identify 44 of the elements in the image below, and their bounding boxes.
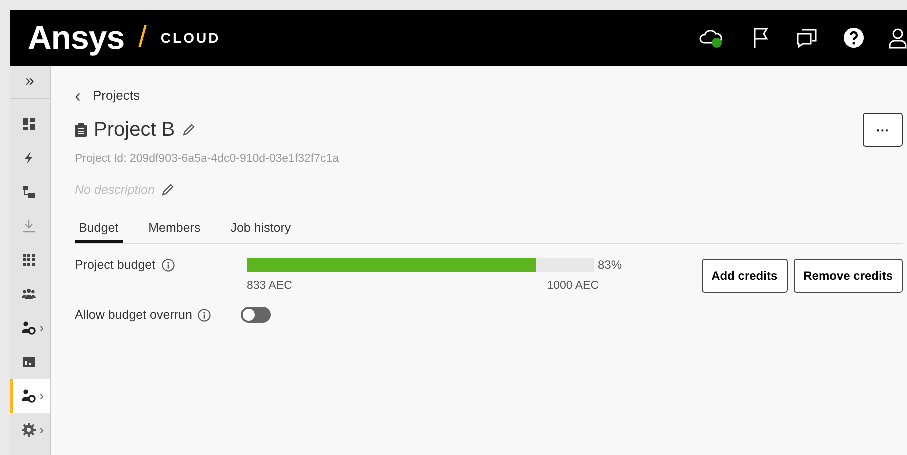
edit-icon[interactable] <box>160 183 175 197</box>
chat-icon[interactable] <box>795 27 819 49</box>
total-credits: 1000 AEC <box>547 280 599 292</box>
folders-icon <box>22 185 36 199</box>
chevron-icon: › <box>40 321 44 335</box>
credits-button[interactable]: Remove credits <box>794 259 903 293</box>
user-icon[interactable] <box>889 27 907 49</box>
info-icon[interactable] <box>198 308 212 322</box>
help-icon[interactable] <box>843 27 865 49</box>
more-button[interactable]: ··· <box>863 113 903 147</box>
budget-percent: 83% <box>598 258 622 272</box>
budget-label: Project budget <box>75 258 156 272</box>
clipboard-icon <box>75 123 87 137</box>
ansys-logo: Ansys <box>28 19 125 57</box>
sidebar-item[interactable]: › <box>10 311 50 345</box>
breadcrumb-link[interactable]: Projects <box>93 88 140 103</box>
group-icon <box>22 287 36 301</box>
chevron-icon: › <box>40 423 44 437</box>
sidebar-item[interactable]: › <box>10 379 50 413</box>
logo-separator: / <box>138 21 147 55</box>
lightning-icon <box>22 151 36 165</box>
chevron-icon: › <box>40 389 44 403</box>
tab[interactable]: Job history <box>226 217 296 243</box>
dashboard-icon <box>22 117 36 131</box>
overrun-label: Allow budget overrun <box>75 308 192 322</box>
tab[interactable]: Budget <box>75 217 123 243</box>
project-id: Project Id: 209df903-6a5a-4dc0-910d-03e1f32f7c1a <box>75 153 340 165</box>
used-credits: 833 AEC <box>247 280 292 292</box>
tab[interactable]: Members <box>144 217 205 243</box>
sidebar-item[interactable]: › <box>10 413 50 447</box>
overrun-toggle[interactable] <box>241 307 271 323</box>
user-gear-icon <box>22 321 36 335</box>
product-name: CLOUD <box>160 30 221 46</box>
project-title: Project B <box>94 118 176 142</box>
grid-icon <box>22 253 36 267</box>
download-icon <box>22 219 36 233</box>
gear-icon <box>22 423 36 437</box>
edit-icon[interactable] <box>182 123 196 137</box>
credits-button[interactable]: Add credits <box>702 259 788 293</box>
user-gear-icon <box>22 389 36 403</box>
chart-icon <box>22 355 36 369</box>
back-icon[interactable]: ‹ <box>75 88 81 102</box>
description-text: No description <box>75 183 155 197</box>
info-icon[interactable] <box>162 258 175 272</box>
